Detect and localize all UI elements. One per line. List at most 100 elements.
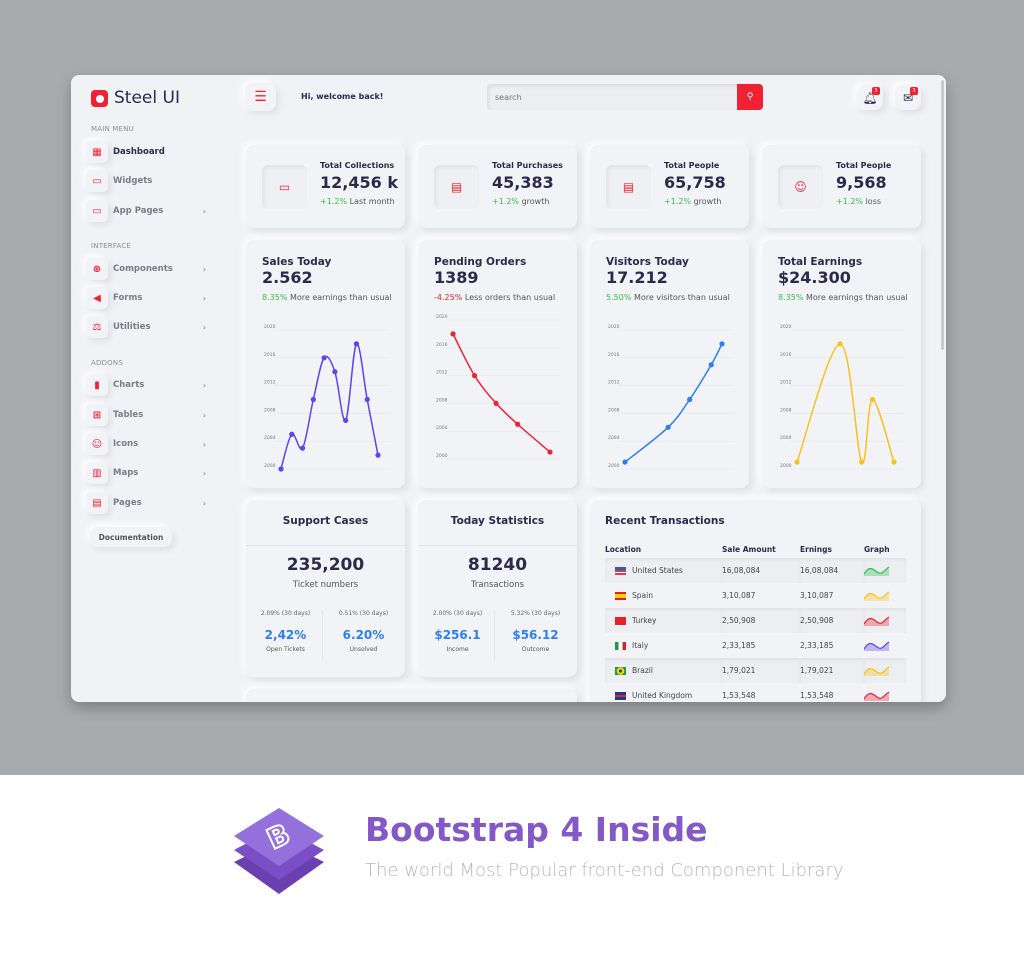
earnings-cell: 3,10,087 xyxy=(800,591,834,600)
y-tick-label: 2020 xyxy=(436,314,448,320)
column-header: Sale Amount xyxy=(722,544,776,554)
data-point[interactable] xyxy=(471,373,478,379)
table-row[interactable]: United Kingdom 1,53,548 1,53,548 xyxy=(605,683,906,702)
data-point[interactable] xyxy=(364,396,370,403)
sidebar-item-components[interactable]: ⊕ Components › xyxy=(86,257,206,281)
metric-period: 2.09% (30 days) xyxy=(260,610,311,617)
document-icon: ▤ xyxy=(606,165,651,209)
data-point[interactable] xyxy=(289,431,295,437)
y-tick-label: 2004 xyxy=(780,435,792,441)
data-point[interactable] xyxy=(794,459,800,465)
data-point[interactable] xyxy=(719,341,725,347)
data-point[interactable] xyxy=(278,466,284,472)
stat-title: Total Purchases xyxy=(492,161,563,170)
table-row[interactable]: Spain 3,10,087 3,10,087 xyxy=(605,583,906,608)
data-point[interactable] xyxy=(665,424,671,430)
data-point[interactable] xyxy=(891,459,897,465)
sidebar-item-label: Widgets xyxy=(113,176,153,186)
data-point[interactable] xyxy=(687,396,693,403)
welcome-text: Hi, welcome back! xyxy=(301,92,384,101)
data-point[interactable] xyxy=(622,459,628,465)
line-chart: 2020 2016 2012 2008 2004 2000 xyxy=(780,324,905,470)
location-cell: Italy xyxy=(605,633,722,658)
data-point[interactable] xyxy=(299,445,306,451)
data-point[interactable] xyxy=(869,396,876,403)
sidebar-item-forms[interactable]: ◀ Forms › xyxy=(86,286,206,310)
sidebar-item-maps[interactable]: ▥ Maps › xyxy=(86,461,206,485)
chevron-right-icon: › xyxy=(202,206,206,216)
transactions-table: Location Sale Amount Ernings Graph United St… xyxy=(605,540,906,702)
table-row[interactable]: Brazil 1,79,021 1,79,021 xyxy=(605,658,906,683)
sidebar-item-app-pages[interactable]: ▭ App Pages › xyxy=(86,199,206,223)
table-icon: ⊞ xyxy=(86,404,108,426)
y-tick-label: 2008 xyxy=(436,397,448,403)
search-input[interactable] xyxy=(487,84,737,110)
support-cases-card: Support Cases 235,200 Ticket numbers 2.09% … xyxy=(246,500,405,677)
data-point[interactable] xyxy=(450,331,456,337)
metric-left: 2.00% (30 days) $256.1 Income xyxy=(420,610,495,653)
data-point[interactable] xyxy=(353,341,360,347)
sidebar-item-pages[interactable]: ▤ Pages › xyxy=(86,491,206,515)
sidebar-item-charts[interactable]: ▮ Charts › xyxy=(86,373,206,397)
series-line xyxy=(624,343,723,463)
partial-card xyxy=(246,689,577,702)
stat-change-row: +1.2% growth xyxy=(492,197,549,206)
y-tick-label: 2000 xyxy=(264,463,276,469)
data-point[interactable] xyxy=(375,452,381,458)
stat-change: +1.2% xyxy=(664,197,692,206)
table-row[interactable]: Turkey 2,50,908 2,50,908 xyxy=(605,608,906,633)
sidebar-item-icons[interactable]: ☺ Icons › xyxy=(86,432,206,456)
line-chart: 2020 2016 2012 2008 2004 2000 xyxy=(436,314,561,460)
messages-button[interactable]: ✉ 3 xyxy=(895,85,921,110)
chevron-right-icon: › xyxy=(202,410,206,420)
documentation-button[interactable]: Documentation xyxy=(90,527,172,547)
data-point[interactable] xyxy=(837,341,843,347)
y-tick-label: 2012 xyxy=(780,380,792,386)
sale-amount-cell: 2,33,185 xyxy=(722,641,756,650)
data-point[interactable] xyxy=(708,362,714,368)
sidebar-item-label: Maps xyxy=(113,468,139,478)
series-line xyxy=(280,343,379,470)
card-label: Ticket numbers xyxy=(292,580,359,590)
sale-amount-cell: 3,10,087 xyxy=(722,591,756,600)
data-point[interactable] xyxy=(332,369,338,375)
us-flag-icon xyxy=(615,567,626,575)
sidebar-item-label: Components xyxy=(113,264,173,274)
table-row[interactable]: United States 16,08,084 16,08,084 xyxy=(605,558,906,583)
search-button[interactable]: ⚲ xyxy=(737,84,763,110)
banner-subtitle: The world Most Popular front-end Compone… xyxy=(365,860,844,881)
graph-cell xyxy=(863,608,906,633)
logo-icon xyxy=(91,89,108,107)
metric-value: 6.20% xyxy=(342,628,385,642)
sidebar-item-dashboard[interactable]: ▦ Dashboard xyxy=(86,140,206,164)
scrollbar[interactable] xyxy=(941,80,944,350)
data-point[interactable] xyxy=(493,400,499,406)
card-value: 81240 xyxy=(467,555,528,575)
data-point[interactable] xyxy=(515,421,521,427)
column-header: Graph xyxy=(864,544,890,554)
data-point[interactable] xyxy=(547,449,553,455)
location-name: Spain xyxy=(632,591,653,600)
location-cell: United States xyxy=(605,558,722,583)
stat-card: ☺ Total People 9,568 +1.2% loss xyxy=(762,145,921,228)
sidebar-item-widgets[interactable]: ▭ Widgets xyxy=(86,169,206,193)
notifications-button[interactable]: 🔔︎ 3 xyxy=(857,85,883,110)
bar-chart-icon: ▮ xyxy=(86,374,108,396)
data-point[interactable] xyxy=(321,355,327,361)
sidebar-item-tables[interactable]: ⊞ Tables › xyxy=(86,403,206,427)
sidebar-item-utilities[interactable]: ⚖ Utilities › xyxy=(86,315,206,339)
data-point[interactable] xyxy=(343,417,349,423)
menu-toggle-button[interactable]: ☰ xyxy=(245,83,276,111)
sparkline xyxy=(863,665,890,676)
location-name: Brazil xyxy=(632,666,653,675)
hamburger-icon: ☰ xyxy=(254,89,267,105)
column-header: Location xyxy=(605,544,642,554)
location-name: Italy xyxy=(632,641,649,650)
map-icon: ▥ xyxy=(86,462,108,484)
brand-name: Steel UI xyxy=(114,88,180,108)
data-point[interactable] xyxy=(859,459,865,465)
table-row[interactable]: Italy 2,33,185 2,33,185 xyxy=(605,633,906,658)
data-point[interactable] xyxy=(310,396,316,403)
brand-logo[interactable]: Steel UI xyxy=(91,88,180,108)
desktop-icon: ▭ xyxy=(86,200,108,222)
